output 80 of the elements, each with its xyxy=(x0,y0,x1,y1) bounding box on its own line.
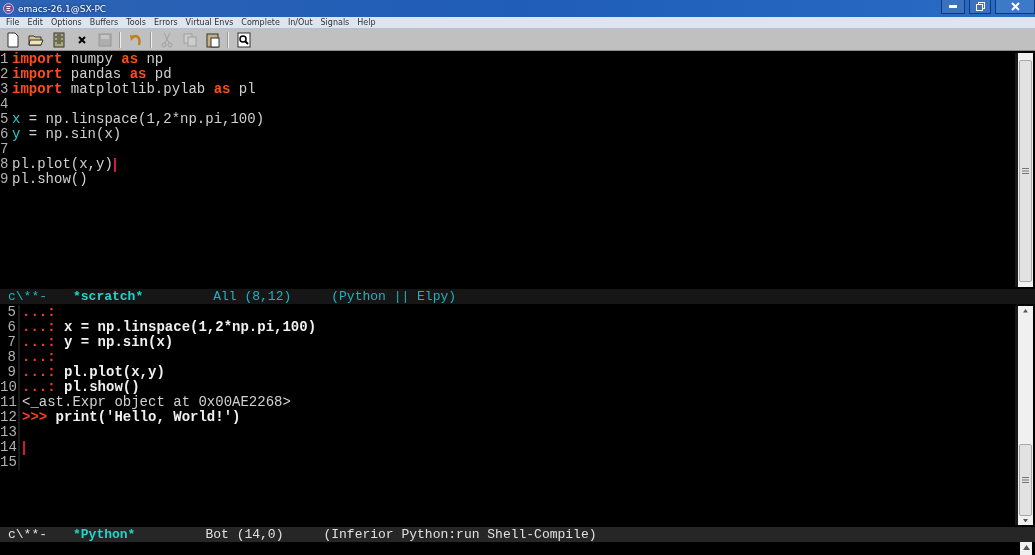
line-number: 5 xyxy=(0,112,10,127)
cursor-position: Bot (14,0) xyxy=(205,527,284,542)
menu-item[interactable]: Tools xyxy=(122,18,150,27)
major-mode: (Python || Elpy) xyxy=(331,289,457,304)
line-number: 9 xyxy=(0,365,20,380)
code-line: ...: y = np.sin(x) xyxy=(22,335,174,350)
menu-item[interactable]: File xyxy=(2,18,24,27)
menu-item[interactable]: Edit xyxy=(23,18,47,27)
scroll-up-icon[interactable] xyxy=(1022,309,1029,313)
major-mode: (Inferior Python:run Shell-Compile) xyxy=(323,527,597,542)
line-number: 10 xyxy=(0,380,20,395)
restore-button[interactable] xyxy=(969,0,991,14)
menu-item[interactable]: Options xyxy=(46,18,86,27)
code-line: import matplotlib.pylab as pl xyxy=(12,82,256,97)
code-line: import numpy as np xyxy=(12,52,164,67)
toolbar-button[interactable] xyxy=(204,31,221,48)
line-number: 7 xyxy=(0,142,10,157)
code-line: ...: pl.plot(x,y) xyxy=(22,365,165,380)
minimize-button[interactable] xyxy=(941,0,965,14)
scroll-up-icon[interactable] xyxy=(1022,545,1030,550)
code-line: >>> print('Hello, World!') xyxy=(22,410,241,425)
cabinet-icon xyxy=(50,31,67,48)
line-number: 4 xyxy=(0,97,10,112)
grip-icon xyxy=(1022,476,1029,483)
menu-item[interactable]: Help xyxy=(353,18,380,27)
code-line: ...: x = np.linspace(1,2*np.pi,100) xyxy=(22,320,317,335)
menu-item[interactable]: Virtual Envs xyxy=(181,18,238,27)
code-line: pl.plot(x,y) xyxy=(12,157,116,172)
menu-item[interactable]: Errors xyxy=(149,18,182,27)
code-line: ...: pl.show() xyxy=(22,380,140,395)
toolbar-button[interactable] xyxy=(235,31,252,48)
line-number: 13 xyxy=(0,425,20,440)
buffer-name: *scratch* xyxy=(73,289,144,304)
restore-icon xyxy=(975,2,985,11)
minimize-icon xyxy=(949,5,957,8)
line-number: 1 xyxy=(0,52,10,67)
line-number: 8 xyxy=(0,157,10,172)
line-number: 7 xyxy=(0,335,20,350)
scrollbar[interactable] xyxy=(1015,53,1033,287)
new-file-icon xyxy=(4,31,21,48)
scroll-thumb[interactable] xyxy=(1019,443,1032,516)
copy-icon xyxy=(181,31,198,48)
scrollbar[interactable] xyxy=(1015,306,1033,525)
code-line: y = np.sin(x) xyxy=(12,127,122,142)
line-number: 12 xyxy=(0,410,20,425)
line-number: 6 xyxy=(0,320,20,335)
grip-icon xyxy=(1022,168,1029,174)
code-line: x = np.linspace(1,2*np.pi,100) xyxy=(12,112,265,127)
code-line: pl.show() xyxy=(12,172,88,187)
scroll-down-icon[interactable] xyxy=(1022,518,1029,522)
menu-item[interactable]: In/Out xyxy=(283,18,317,27)
line-number: 3 xyxy=(0,82,10,97)
search-icon xyxy=(235,31,252,48)
line-number: 11 xyxy=(0,395,20,410)
window-title: emacs-26.1@SX-PC xyxy=(18,3,108,14)
menu-item[interactable]: Complete xyxy=(237,18,284,27)
menu-item[interactable]: Signals xyxy=(316,18,354,27)
line-number: 8 xyxy=(0,350,20,365)
menu-item[interactable]: Buffers xyxy=(85,18,123,27)
line-number: 15 xyxy=(0,455,20,470)
code-line: ...: xyxy=(22,350,56,365)
code-line: import pandas as pd xyxy=(12,67,172,82)
scroll-thumb[interactable] xyxy=(1019,60,1032,282)
close-icon xyxy=(1010,2,1020,11)
line-number: 9 xyxy=(0,172,10,187)
code-line: <_ast.Expr object at 0x00AE2268> xyxy=(22,395,291,410)
line-number: 2 xyxy=(0,67,10,82)
emacs-logo-icon xyxy=(3,3,14,14)
close-button[interactable] xyxy=(995,0,1035,14)
line-number: 14 xyxy=(0,440,20,455)
line-number: 5 xyxy=(0,305,20,320)
line-number: 6 xyxy=(0,127,10,142)
modified-status: c\**- xyxy=(8,289,47,304)
modified-status: c\**- xyxy=(8,527,47,542)
clipboard-icon xyxy=(204,31,221,48)
cursor-position: All (8,12) xyxy=(213,289,292,304)
buffer-name: *Python* xyxy=(73,527,136,542)
scrollbar[interactable] xyxy=(1020,542,1032,555)
code-line: ...: xyxy=(22,305,56,320)
scissors-icon xyxy=(158,31,175,48)
